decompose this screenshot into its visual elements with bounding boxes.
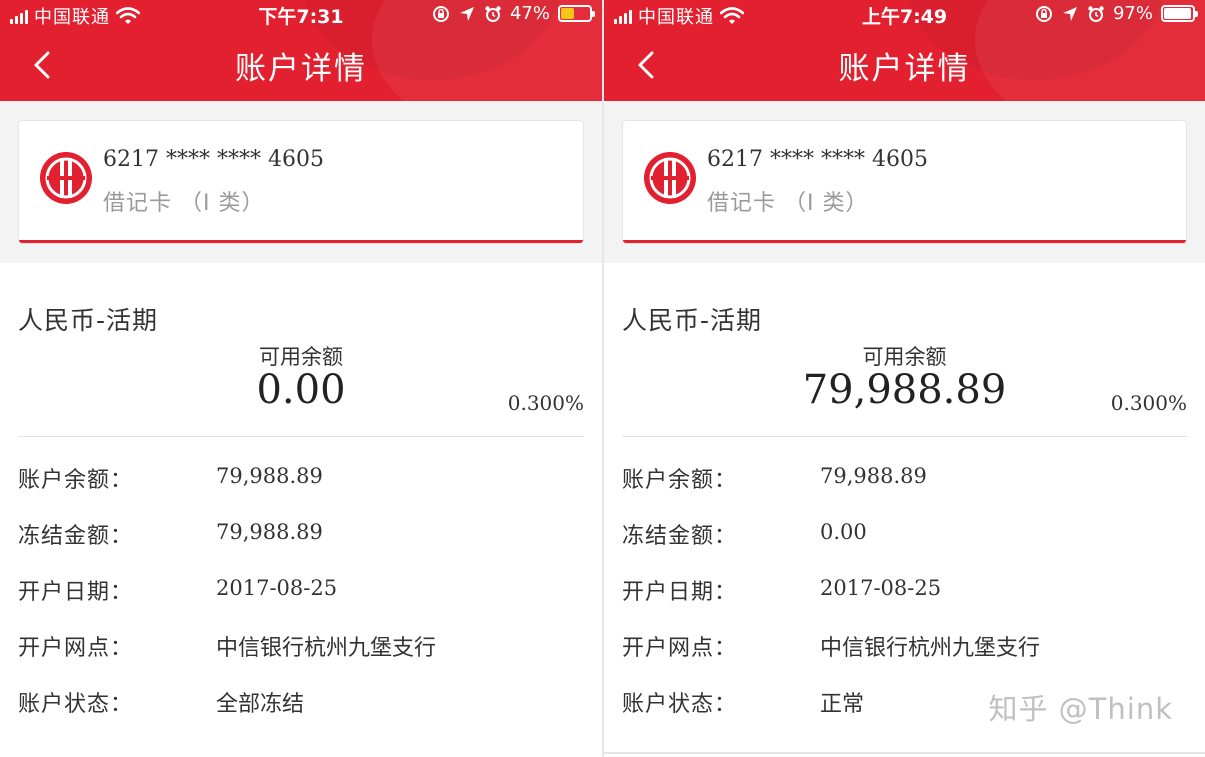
citic-logo-icon: [644, 152, 696, 204]
battery-icon: [558, 5, 595, 22]
row-label: 账户余额：: [18, 468, 134, 493]
row-value: 0.00: [820, 520, 867, 544]
row-value: 79,988.89: [820, 464, 927, 488]
row-label: 账户状态：: [622, 692, 738, 717]
nav-bar: 账户详情: [0, 35, 602, 95]
card-accent-line: [19, 240, 583, 243]
citic-logo-icon: [40, 152, 92, 204]
card-area: 6217 **** **** 4605 借记卡 （I 类）: [0, 101, 602, 263]
battery-percent: 47%: [509, 3, 550, 24]
detail-rows: 账户余额： 79,988.89 冻结金额： 79,988.89 开户日期： 20…: [18, 454, 584, 734]
detail-row: 账户状态： 全部冻结: [18, 678, 584, 734]
row-label: 冻结金额：: [18, 524, 134, 549]
location-icon: [459, 6, 474, 21]
left-screenshot: 中国联通 下午7:31 47% 账户详情 6217 **** **** 4605…: [0, 0, 602, 757]
card-type: 借记卡 （I 类）: [103, 191, 265, 216]
battery-fill: [1164, 8, 1192, 19]
card-number: 6217 **** **** 4605: [707, 147, 928, 172]
status-right: 47%: [432, 3, 595, 24]
card-type: 借记卡 （I 类）: [707, 191, 869, 216]
battery-fill: [561, 8, 575, 19]
header: 中国联通 上午7:49 97% 账户详情: [604, 0, 1205, 101]
lock-rotation-icon: [1035, 5, 1052, 22]
currency-type: 人民币-活期: [622, 306, 763, 335]
alarm-icon: [1088, 5, 1104, 22]
detail-row: 开户日期： 2017-08-25: [622, 566, 1187, 622]
bank-card[interactable]: 6217 **** **** 4605 借记卡 （I 类）: [622, 120, 1187, 244]
row-label: 账户状态：: [18, 692, 134, 717]
interest-rate: 0.300%: [507, 391, 584, 415]
account-section: 人民币-活期 可用余额 79,988.89 0.300% 账户余额： 79,98…: [604, 301, 1205, 734]
status-bar: 中国联通 下午7:31 47%: [0, 0, 602, 30]
bottom-divider: [604, 752, 1205, 754]
row-label: 开户日期：: [622, 580, 738, 605]
row-label: 开户日期：: [18, 580, 134, 605]
card-accent-line: [623, 240, 1186, 243]
row-value: 79,988.89: [216, 520, 323, 544]
watermark: 知乎 @Think: [988, 692, 1173, 726]
page-title: 账户详情: [838, 51, 971, 87]
row-label: 开户网点：: [18, 636, 134, 661]
available-balance-amount: 79,988.89: [802, 367, 1007, 413]
bank-card[interactable]: 6217 **** **** 4605 借记卡 （I 类）: [18, 120, 584, 244]
row-value: 正常: [820, 692, 865, 717]
lock-rotation-icon: [432, 5, 449, 22]
location-icon: [1062, 6, 1077, 21]
row-label: 开户网点：: [622, 636, 738, 661]
interest-rate: 0.300%: [1110, 391, 1187, 415]
row-value: 2017-08-25: [216, 576, 338, 600]
row-value: 全部冻结: [216, 692, 305, 717]
row-label: 账户余额：: [622, 468, 738, 493]
row-value: 2017-08-25: [820, 576, 942, 600]
nav-bar: 账户详情: [604, 35, 1205, 95]
status-right: 97%: [1035, 3, 1198, 24]
available-balance-block: 可用余额 0.00 0.300%: [18, 337, 584, 437]
status-bar: 中国联通 上午7:49 97%: [604, 0, 1205, 30]
alarm-icon: [485, 5, 501, 22]
row-value: 中信银行杭州九堡支行: [820, 636, 1041, 661]
detail-row: 账户余额： 79,988.89: [622, 454, 1187, 510]
right-screenshot: 中国联通 上午7:49 97% 账户详情 6217 **** **** 4605…: [604, 0, 1205, 757]
currency-type: 人民币-活期: [18, 306, 159, 335]
detail-row: 账户余额： 79,988.89: [18, 454, 584, 510]
available-balance-amount: 0.00: [256, 367, 346, 413]
detail-row: 开户日期： 2017-08-25: [18, 566, 584, 622]
card-area: 6217 **** **** 4605 借记卡 （I 类）: [604, 101, 1205, 263]
available-balance-block: 可用余额 79,988.89 0.300%: [622, 337, 1187, 437]
battery-percent: 97%: [1112, 3, 1153, 24]
header: 中国联通 下午7:31 47% 账户详情: [0, 0, 602, 101]
card-number: 6217 **** **** 4605: [103, 147, 324, 172]
detail-row: 开户网点： 中信银行杭州九堡支行: [18, 622, 584, 678]
account-section: 人民币-活期 可用余额 0.00 0.300% 账户余额： 79,988.89 …: [0, 301, 602, 734]
row-value: 中信银行杭州九堡支行: [216, 636, 437, 661]
detail-row: 冻结金额： 0.00: [622, 510, 1187, 566]
battery-icon: [1161, 5, 1198, 22]
detail-row: 开户网点： 中信银行杭州九堡支行: [622, 622, 1187, 678]
row-label: 冻结金额：: [622, 524, 738, 549]
row-value: 79,988.89: [216, 464, 323, 488]
detail-row: 冻结金额： 79,988.89: [18, 510, 584, 566]
page-title: 账户详情: [235, 51, 367, 87]
